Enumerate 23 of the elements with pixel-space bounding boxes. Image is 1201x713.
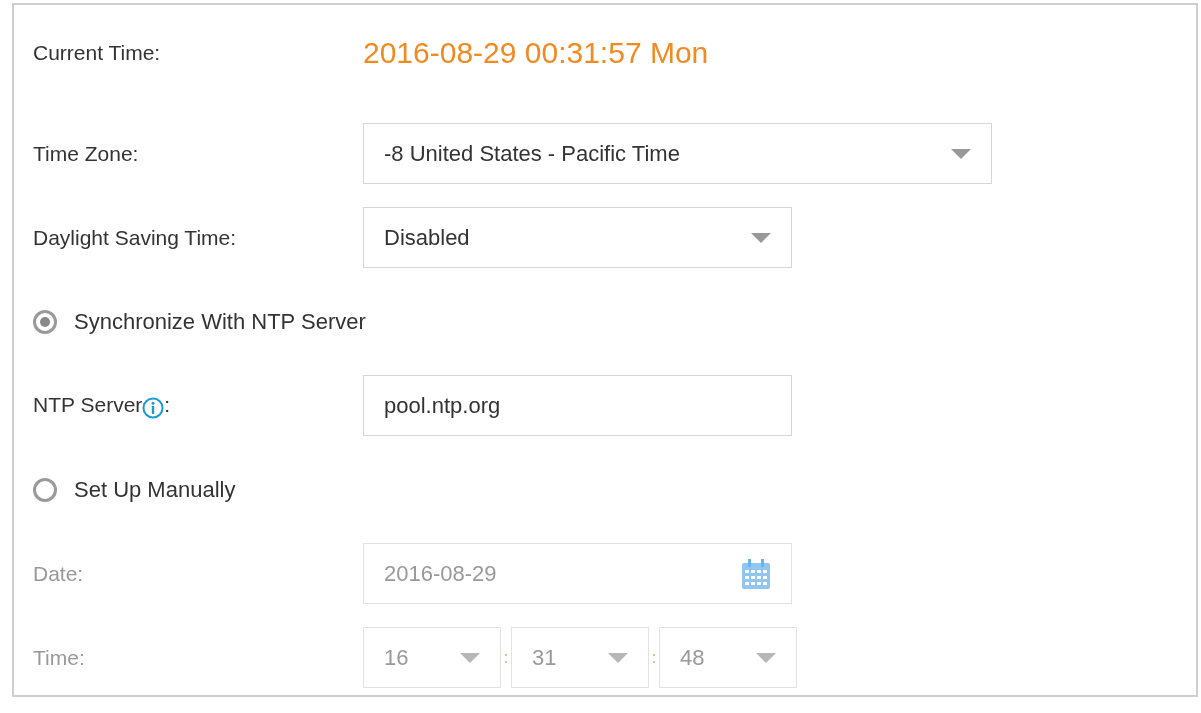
current-time-value: 2016-08-29 00:31:57 Mon — [363, 35, 709, 71]
separator: : — [650, 647, 658, 668]
caret-icon — [608, 652, 628, 663]
field-label: Daylight Saving Time: — [33, 224, 238, 251]
field-label: NTP Server — [33, 392, 143, 416]
field-label: Current Time: — [33, 39, 162, 66]
radio-button[interactable] — [33, 477, 57, 502]
radio-label[interactable]: Synchronize With NTP Server — [74, 305, 366, 338]
calendar-icon — [741, 557, 771, 590]
field-label: Date: — [33, 560, 85, 587]
separator: : — [502, 647, 510, 668]
field-label: : — [164, 392, 171, 416]
field-label: Time: — [33, 644, 86, 671]
caret-icon — [460, 652, 480, 663]
time-zone-dropdown[interactable]: -8 United States - Pacific Time — [363, 123, 992, 184]
radio-label[interactable]: Set Up Manually — [74, 473, 236, 506]
ntp-server-field[interactable]: pool.ntp.org — [363, 375, 792, 436]
daylight-saving-dropdown[interactable]: Disabled — [363, 207, 792, 268]
caret-icon — [756, 652, 776, 663]
caret-icon — [951, 148, 971, 159]
field-label: Time Zone: — [33, 140, 140, 167]
radio-button[interactable] — [33, 309, 57, 334]
caret-icon — [751, 232, 771, 243]
